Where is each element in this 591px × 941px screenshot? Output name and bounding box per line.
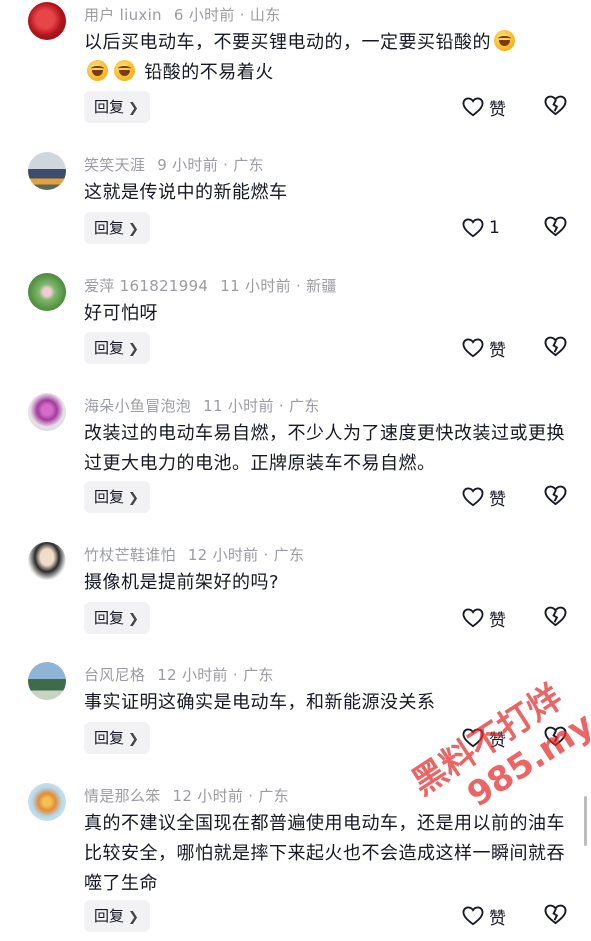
- comment-meta: 用户 liuxin 6 小时前 · 山东: [84, 4, 281, 25]
- comment-time: 12 小时前 · 广东: [157, 666, 274, 684]
- username[interactable]: 台风尼格: [84, 666, 145, 684]
- comment-actions: 回复 ❯ 赞: [0, 481, 591, 513]
- heart-icon: [462, 608, 484, 628]
- comment-time: 11 小时前 · 广东: [203, 397, 320, 415]
- comment-text-part: 铅酸的不易着火: [144, 62, 274, 83]
- like-count: 赞: [489, 489, 506, 510]
- like-count: 赞: [489, 908, 506, 929]
- broken-heart-icon: [544, 216, 567, 237]
- like-button[interactable]: 赞: [462, 605, 506, 631]
- avatar[interactable]: [28, 273, 66, 311]
- dislike-button[interactable]: [544, 606, 567, 631]
- dislike-button[interactable]: [544, 904, 567, 929]
- heart-icon: [462, 487, 484, 507]
- reply-label: 回复: [94, 729, 125, 747]
- avatar[interactable]: [28, 662, 66, 700]
- avatar[interactable]: [28, 152, 66, 190]
- chevron-right-icon: ❯: [128, 222, 139, 237]
- username[interactable]: 笑笑天涯: [84, 156, 145, 174]
- like-button[interactable]: 赞: [462, 335, 506, 361]
- comment-text: 这就是传说中的新能燃车: [84, 182, 288, 203]
- reply-label: 回复: [94, 339, 125, 357]
- reply-button[interactable]: 回复 ❯: [84, 91, 150, 123]
- username[interactable]: 竹杖芒鞋谁怕: [84, 546, 176, 564]
- username[interactable]: 用户 liuxin: [84, 6, 162, 24]
- laughing-emoji-icon: [494, 30, 515, 51]
- like-button[interactable]: 1: [462, 215, 500, 241]
- comment-text: 以后买电动车，不要买锂电动的，一定要买铅酸的 铅酸的不易着火: [84, 28, 569, 88]
- broken-heart-icon: [544, 904, 567, 925]
- reply-label: 回复: [94, 609, 125, 627]
- username[interactable]: 情是那么笨: [84, 787, 161, 805]
- comment-time: 11 小时前 · 新疆: [220, 277, 337, 295]
- reply-label: 回复: [94, 219, 125, 237]
- comment-actions: 回复 ❯ 赞: [0, 602, 591, 634]
- comment-actions: 回复 ❯ 赞: [0, 332, 591, 364]
- like-count: 赞: [489, 340, 506, 361]
- broken-heart-icon: [544, 95, 567, 116]
- comment-actions: 回复 ❯ 赞: [0, 91, 591, 123]
- username[interactable]: 爱萍 161821994: [84, 277, 208, 295]
- comment-actions: 回复 ❯ 赞: [0, 900, 591, 932]
- comment-time: 9 小时前 · 广东: [157, 156, 264, 174]
- reply-label: 回复: [94, 907, 125, 925]
- comment-meta: 海朵小鱼冒泡泡 11 小时前 · 广东: [84, 395, 320, 416]
- comment-meta: 竹杖芒鞋谁怕 12 小时前 · 广东: [84, 544, 304, 565]
- reply-button[interactable]: 回复 ❯: [84, 481, 150, 513]
- like-button[interactable]: 赞: [462, 484, 506, 510]
- comment-text: 摄像机是提前架好的吗?: [84, 572, 280, 593]
- reply-label: 回复: [94, 488, 125, 506]
- laughing-emoji-icon: [114, 60, 135, 81]
- chevron-right-icon: ❯: [128, 342, 139, 357]
- laughing-emoji-icon: [87, 60, 108, 81]
- heart-icon: [462, 338, 484, 358]
- comment-text-part: 以后买电动车，不要买锂电动的，一定要买铅酸的: [84, 32, 491, 53]
- dislike-button[interactable]: [544, 485, 567, 510]
- reply-button[interactable]: 回复 ❯: [84, 722, 150, 754]
- heart-icon: [462, 906, 484, 926]
- comment-actions: 回复 ❯ 1: [0, 212, 591, 244]
- username[interactable]: 海朵小鱼冒泡泡: [84, 397, 191, 415]
- avatar[interactable]: [28, 542, 66, 580]
- dislike-button[interactable]: [544, 95, 567, 120]
- broken-heart-icon: [544, 606, 567, 627]
- avatar[interactable]: [28, 393, 66, 431]
- comment-time: 12 小时前 · 广东: [172, 787, 289, 805]
- comment-meta: 爱萍 161821994 11 小时前 · 新疆: [84, 275, 337, 296]
- dislike-button[interactable]: [544, 336, 567, 361]
- comment-text: 好可怕呀: [84, 303, 158, 324]
- avatar[interactable]: [28, 783, 66, 821]
- like-count: 赞: [489, 99, 506, 120]
- chevron-right-icon: ❯: [128, 612, 139, 627]
- chevron-right-icon: ❯: [128, 101, 139, 116]
- comment-meta: 情是那么笨 12 小时前 · 广东: [84, 785, 289, 806]
- broken-heart-icon: [544, 336, 567, 357]
- comment-text: 改装过的电动车易自燃，不少人为了速度更快改装过或更换过更大电力的电池。正牌原装车…: [84, 423, 565, 474]
- like-button[interactable]: 赞: [462, 903, 506, 929]
- chevron-right-icon: ❯: [128, 491, 139, 506]
- reply-label: 回复: [94, 98, 125, 116]
- comment-time: 12 小时前 · 广东: [187, 546, 305, 564]
- reply-button[interactable]: 回复 ❯: [84, 332, 150, 364]
- like-button[interactable]: 赞: [462, 94, 506, 120]
- comment-time: 6 小时前 · 山东: [173, 6, 281, 24]
- reply-button[interactable]: 回复 ❯: [84, 602, 150, 634]
- comment-text: 真的不建议全国现在都普遍使用电动车，还是用以前的油车比较安全，哪怕就是摔下来起火…: [84, 813, 565, 894]
- heart-icon: [462, 97, 484, 117]
- dislike-button[interactable]: [544, 216, 567, 241]
- avatar[interactable]: [28, 2, 66, 40]
- comment-meta: 笑笑天涯 9 小时前 · 广东: [84, 154, 264, 175]
- like-count: 赞: [489, 610, 506, 631]
- broken-heart-icon: [544, 485, 567, 506]
- like-count: 1: [489, 218, 500, 238]
- heart-icon: [462, 218, 484, 238]
- reply-button[interactable]: 回复 ❯: [84, 900, 150, 932]
- comment-meta: 台风尼格 12 小时前 · 广东: [84, 664, 274, 685]
- scrollbar[interactable]: [584, 796, 587, 846]
- reply-button[interactable]: 回复 ❯: [84, 212, 150, 244]
- chevron-right-icon: ❯: [128, 910, 139, 925]
- chevron-right-icon: ❯: [128, 732, 139, 747]
